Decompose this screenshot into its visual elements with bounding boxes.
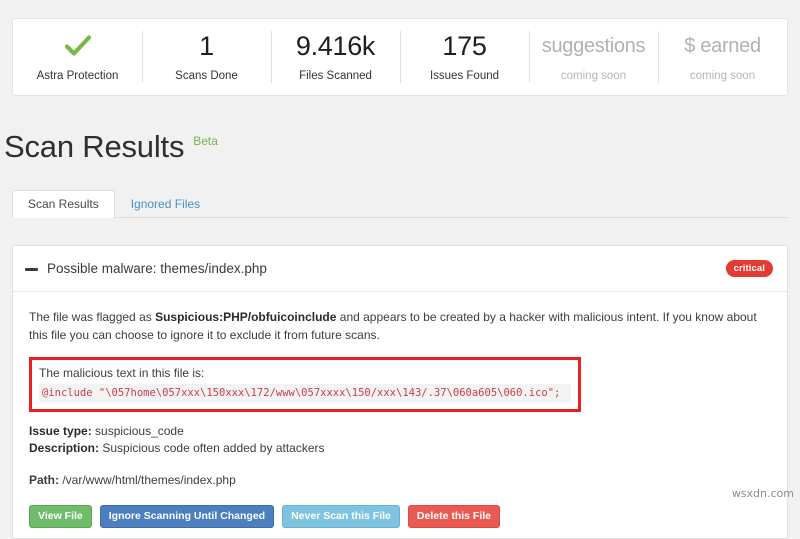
result-description: The file was flagged as Suspicious:PHP/o… [29,308,771,344]
ignore-until-changed-button[interactable]: Ignore Scanning Until Changed [100,505,274,528]
view-file-button[interactable]: View File [29,505,92,528]
file-path-label: Path: [29,473,59,487]
malicious-code-snippet: @include "\057home\057xxx\150xxx\172/www… [39,384,571,402]
collapse-minus-icon[interactable] [25,262,38,275]
result-panel-body: The file was flagged as Suspicious:PHP/o… [13,292,787,538]
stat-astra-protection: Astra Protection [13,19,142,95]
issue-description-row: Description: Suspicious code often added… [29,440,771,457]
stat-label: Astra Protection [37,70,119,83]
stat-value: 1 [199,31,214,61]
stat-label: coming soon [690,70,755,83]
stat-files-scanned: 9.416k Files Scanned [271,19,400,95]
status-badge: critical [726,260,773,277]
malware-signature-name: Suspicious:PHP/obfuicoinclude [155,310,336,324]
malicious-code-box: The malicious text in this file is: @inc… [29,357,581,412]
watermark: wsxdn.com [732,487,794,500]
stat-scans-done: 1 Scans Done [142,19,271,95]
file-path-value: /var/www/html/themes/index.php [62,473,235,487]
check-icon [63,31,93,61]
protection-status-value [63,31,93,61]
issue-type-value: suspicious_code [95,424,184,438]
malicious-code-label: The malicious text in this file is: [39,365,571,381]
issue-meta: Issue type: suspicious_code Description:… [29,423,771,457]
never-scan-file-button[interactable]: Never Scan this File [282,505,400,528]
scan-result-panel: Possible malware: themes/index.php criti… [12,245,788,539]
stat-label: Scans Done [175,70,238,83]
stat-earned: $ earned coming soon [658,19,787,95]
beta-badge: Beta [193,134,218,148]
result-panel-header[interactable]: Possible malware: themes/index.php criti… [13,246,787,292]
issue-description-label: Description: [29,441,99,455]
issue-type-row: Issue type: suspicious_code [29,423,771,440]
stat-value: 175 [442,31,486,61]
stat-value: suggestions [542,31,645,61]
stats-summary-bar: Astra Protection 1 Scans Done 9.416k Fil… [12,18,788,96]
file-path-row: Path: /var/www/html/themes/index.php [29,472,771,489]
tab-scan-results[interactable]: Scan Results [12,190,115,218]
tab-bar: Scan Results Ignored Files [12,190,788,218]
stat-label: Files Scanned [299,70,372,83]
stat-label: Issues Found [430,70,499,83]
issue-type-label: Issue type: [29,424,92,438]
tab-ignored-files[interactable]: Ignored Files [115,190,216,218]
action-button-row: View File Ignore Scanning Until Changed … [29,505,771,528]
stat-value: $ earned [684,31,761,61]
stat-suggestions: suggestions coming soon [529,19,658,95]
stat-value: 9.416k [296,31,375,61]
stat-label: coming soon [561,70,626,83]
delete-file-button[interactable]: Delete this File [408,505,500,528]
description-text-lead: The file was flagged as [29,310,155,324]
result-title: Possible malware: themes/index.php [47,261,726,276]
page-title: Scan Results [4,128,184,166]
stat-issues-found: 175 Issues Found [400,19,529,95]
issue-description-value: Suspicious code often added by attackers [102,441,324,455]
page-title-area: Scan Results Beta [4,128,218,166]
